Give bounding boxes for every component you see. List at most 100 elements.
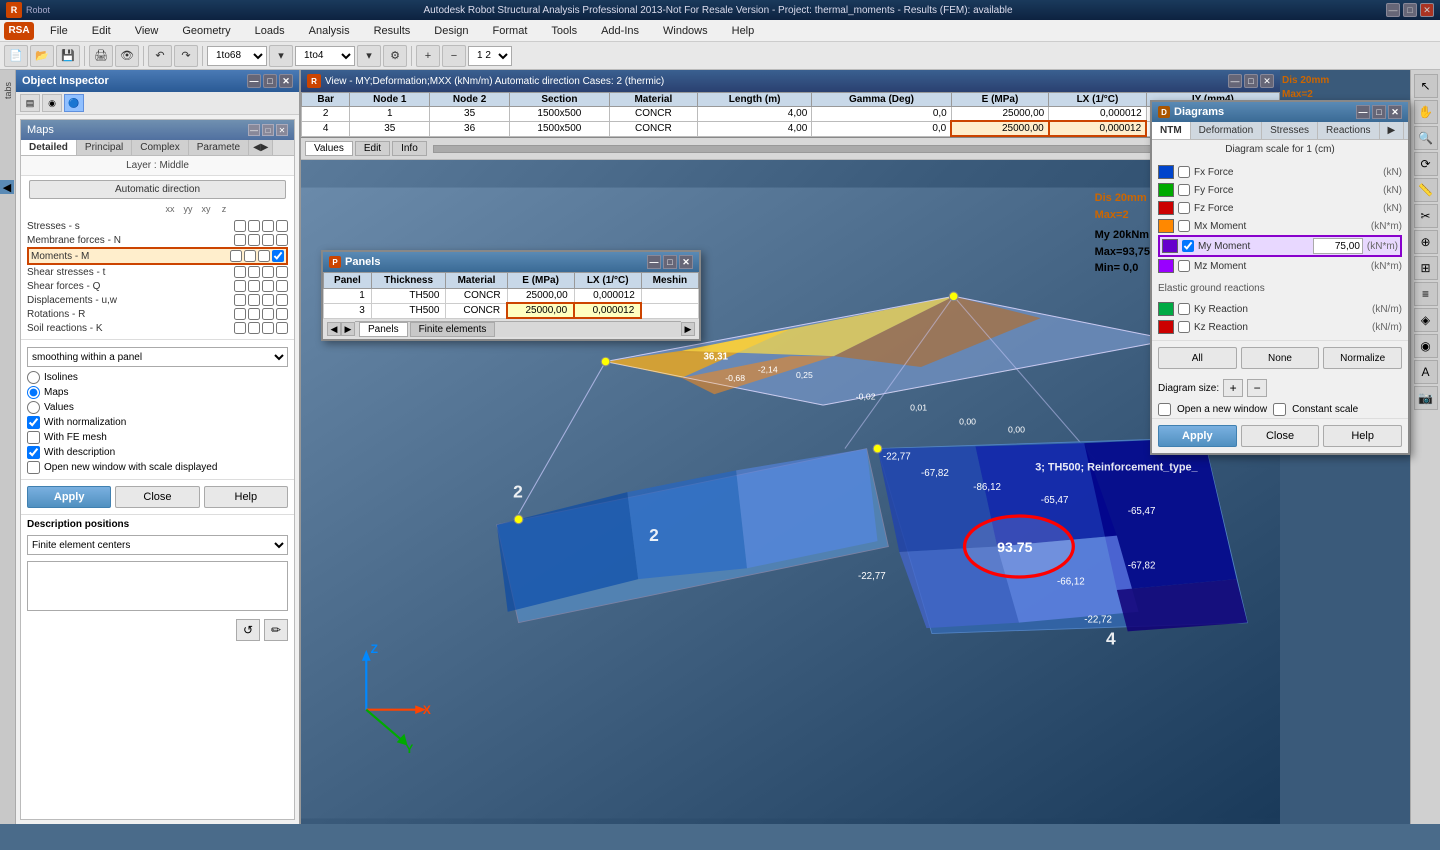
desc-icon-btn-1[interactable]: ↺: [236, 619, 260, 641]
tool-text[interactable]: A: [1414, 360, 1438, 384]
kz-checkbox[interactable]: [1178, 321, 1190, 333]
diag-close-button[interactable]: Close: [1241, 425, 1320, 447]
panels-scroll-next[interactable]: ▶: [341, 322, 355, 336]
displacements-z[interactable]: [276, 294, 288, 306]
new-button[interactable]: 📄: [4, 45, 28, 67]
soil-z[interactable]: [276, 322, 288, 334]
tab-principal[interactable]: Principal: [77, 140, 132, 155]
my-value-input[interactable]: [1313, 238, 1363, 254]
tool-zoom[interactable]: 🔍: [1414, 126, 1438, 150]
horizontal-scroll[interactable]: [433, 145, 1272, 153]
redo-button[interactable]: ↷: [174, 45, 198, 67]
inspector-help-button[interactable]: Help: [204, 486, 288, 508]
menu-format[interactable]: Format: [485, 23, 536, 39]
radio-values-input[interactable]: [27, 401, 40, 414]
inspector-tool-1[interactable]: ▤: [20, 94, 40, 112]
diag-all-button[interactable]: All: [1158, 347, 1237, 369]
soil-xy[interactable]: [262, 322, 274, 334]
tool-pan[interactable]: ✋: [1414, 100, 1438, 124]
shear-stress-z[interactable]: [276, 266, 288, 278]
diag-apply-button[interactable]: Apply: [1158, 425, 1237, 447]
desc-textarea[interactable]: [27, 561, 288, 611]
my-checkbox[interactable]: [1182, 240, 1194, 252]
menu-view[interactable]: View: [127, 23, 167, 39]
diagrams-maximize[interactable]: □: [1372, 105, 1386, 119]
rotations-z[interactable]: [276, 308, 288, 320]
shear-forces-xy[interactable]: [262, 280, 274, 292]
shear-stress-xy[interactable]: [262, 266, 274, 278]
menu-file[interactable]: File: [42, 23, 76, 39]
tool-measure[interactable]: 📏: [1414, 178, 1438, 202]
open-button[interactable]: 📂: [30, 45, 54, 67]
shear-forces-yy[interactable]: [248, 280, 260, 292]
tool-rotate[interactable]: ⟳: [1414, 152, 1438, 176]
fy-checkbox[interactable]: [1178, 184, 1190, 196]
diag-tab-deformation[interactable]: Deformation: [1191, 122, 1262, 139]
soil-yy[interactable]: [248, 322, 260, 334]
combo-cases[interactable]: 1 2: [468, 46, 512, 66]
menu-help[interactable]: Help: [724, 23, 763, 39]
desc-combo[interactable]: Finite element centers: [27, 535, 288, 555]
zoom-in[interactable]: +: [416, 45, 440, 67]
inspector-close-button[interactable]: Close: [115, 486, 199, 508]
membrane-z[interactable]: [276, 234, 288, 246]
maps-minimize[interactable]: —: [248, 124, 260, 136]
tab-edit[interactable]: Edit: [355, 141, 390, 156]
diagrams-close-btn[interactable]: ✕: [1388, 105, 1402, 119]
inspector-close[interactable]: ✕: [279, 74, 293, 88]
tab-detailed[interactable]: Detailed: [21, 140, 77, 155]
print-button[interactable]: 🖨: [89, 45, 113, 67]
view-minimize[interactable]: —: [1228, 74, 1242, 88]
panels-scroll-right[interactable]: ▶: [681, 322, 695, 336]
panels-maximize[interactable]: □: [663, 255, 677, 269]
normalization-cb[interactable]: [27, 416, 40, 429]
maximize-button[interactable]: □: [1403, 3, 1417, 17]
tool-screenshot[interactable]: 📷: [1414, 386, 1438, 410]
stresses-z[interactable]: [276, 220, 288, 232]
zoom-out[interactable]: −: [442, 45, 466, 67]
diag-tab-reactions[interactable]: Reactions: [1318, 122, 1379, 139]
menu-results[interactable]: Results: [366, 23, 419, 39]
radio-maps-input[interactable]: [27, 386, 40, 399]
stresses-xy[interactable]: [262, 220, 274, 232]
diag-normalize-button[interactable]: Normalize: [1323, 347, 1402, 369]
inspector-maximize[interactable]: □: [263, 74, 277, 88]
diag-tab-ntm[interactable]: NTM: [1152, 122, 1191, 139]
menu-windows[interactable]: Windows: [655, 23, 716, 39]
tool-layers[interactable]: ≡: [1414, 282, 1438, 306]
select-btn[interactable]: ▾: [269, 45, 293, 67]
moments-z[interactable]: [272, 250, 284, 262]
fz-checkbox[interactable]: [1178, 202, 1190, 214]
menu-addins[interactable]: Add-Ins: [593, 23, 647, 39]
stresses-xx[interactable]: [234, 220, 246, 232]
inspector-tool-3[interactable]: 🔵: [64, 94, 84, 112]
tab-complex[interactable]: Complex: [132, 140, 188, 155]
left-tab-label[interactable]: tabs: [1, 74, 15, 107]
shear-forces-xx[interactable]: [234, 280, 246, 292]
tool-snap[interactable]: ⊕: [1414, 230, 1438, 254]
inspector-apply-button[interactable]: Apply: [27, 486, 111, 508]
diag-none-button[interactable]: None: [1241, 347, 1320, 369]
moments-xy[interactable]: [258, 250, 270, 262]
inspector-tool-2[interactable]: ◉: [42, 94, 62, 112]
view-close[interactable]: ✕: [1260, 74, 1274, 88]
soil-xx[interactable]: [234, 322, 246, 334]
tool-select[interactable]: ↖: [1414, 74, 1438, 98]
collapse-btn[interactable]: ◀: [0, 180, 14, 194]
panels-scroll-prev[interactable]: ◀: [327, 322, 341, 336]
viewport[interactable]: 2 93.75 4 2 3; TH500; Reinforcement_ty: [301, 160, 1280, 824]
tab-arrow[interactable]: ◀▶: [249, 140, 273, 155]
shear-stress-yy[interactable]: [248, 266, 260, 278]
panels-tab-fe[interactable]: Finite elements: [410, 322, 496, 337]
ky-checkbox[interactable]: [1178, 303, 1190, 315]
diag-const-scale-cb[interactable]: [1273, 403, 1286, 416]
membrane-xy[interactable]: [262, 234, 274, 246]
view-maximize[interactable]: □: [1244, 74, 1258, 88]
mz-checkbox[interactable]: [1178, 260, 1190, 272]
inspector-minimize[interactable]: —: [247, 74, 261, 88]
membrane-yy[interactable]: [248, 234, 260, 246]
rotations-xy[interactable]: [262, 308, 274, 320]
fx-checkbox[interactable]: [1178, 166, 1190, 178]
tool-view3d[interactable]: ◈: [1414, 308, 1438, 332]
displacements-yy[interactable]: [248, 294, 260, 306]
